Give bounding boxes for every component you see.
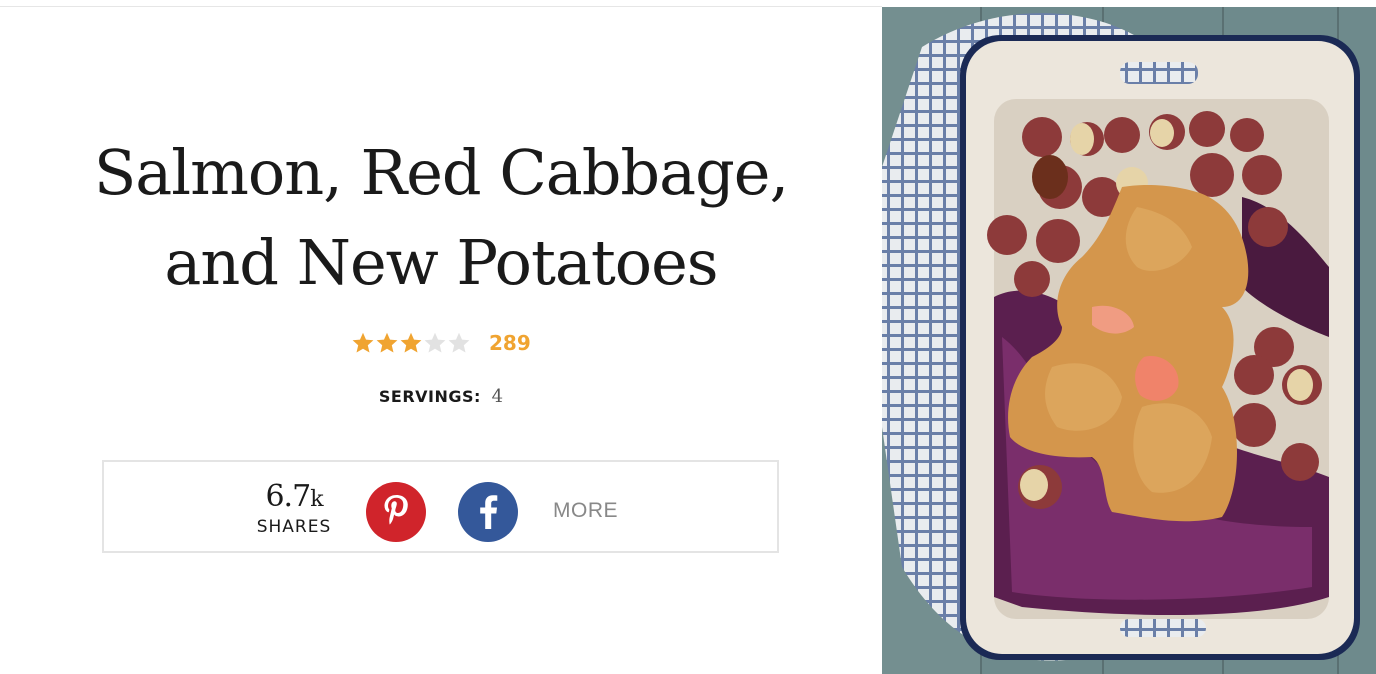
recipe-title-line1: Salmon, Red Cabbage,	[93, 136, 789, 209]
facebook-share-button[interactable]	[458, 482, 518, 542]
rating-count[interactable]: 289	[489, 331, 531, 355]
rating[interactable]: 289	[351, 328, 531, 358]
star-filled-icon[interactable]	[399, 331, 423, 355]
servings: SERVINGS: 4	[0, 386, 882, 407]
servings-value: 4	[491, 386, 504, 407]
pinterest-share-button[interactable]	[366, 482, 426, 542]
recipe-photo	[882, 7, 1376, 674]
recipe-title-line2: and New Potatoes	[164, 226, 718, 299]
share-count: 6.7k SHARES	[244, 482, 344, 538]
share-count-value: 6.7	[265, 479, 311, 514]
star-rating[interactable]	[351, 331, 471, 355]
star-empty-icon[interactable]	[447, 331, 471, 355]
salmon-dish-image	[882, 7, 1376, 674]
recipe-header: Salmon, Red Cabbage, and New Potatoes 28…	[0, 0, 882, 674]
share-count-label: SHARES	[256, 517, 332, 537]
recipe-title: Salmon, Red Cabbage, and New Potatoes	[40, 128, 842, 308]
facebook-icon	[480, 495, 498, 529]
share-bar: 6.7k SHARES MORE	[102, 460, 779, 553]
star-empty-icon[interactable]	[423, 331, 447, 355]
more-share-button[interactable]: MORE	[553, 499, 618, 523]
servings-label: SERVINGS:	[378, 387, 481, 406]
share-count-number: 6.7k	[244, 482, 344, 515]
star-filled-icon[interactable]	[351, 331, 375, 355]
share-count-suffix: k	[310, 487, 323, 512]
star-filled-icon[interactable]	[375, 331, 399, 355]
pinterest-icon	[384, 495, 408, 525]
